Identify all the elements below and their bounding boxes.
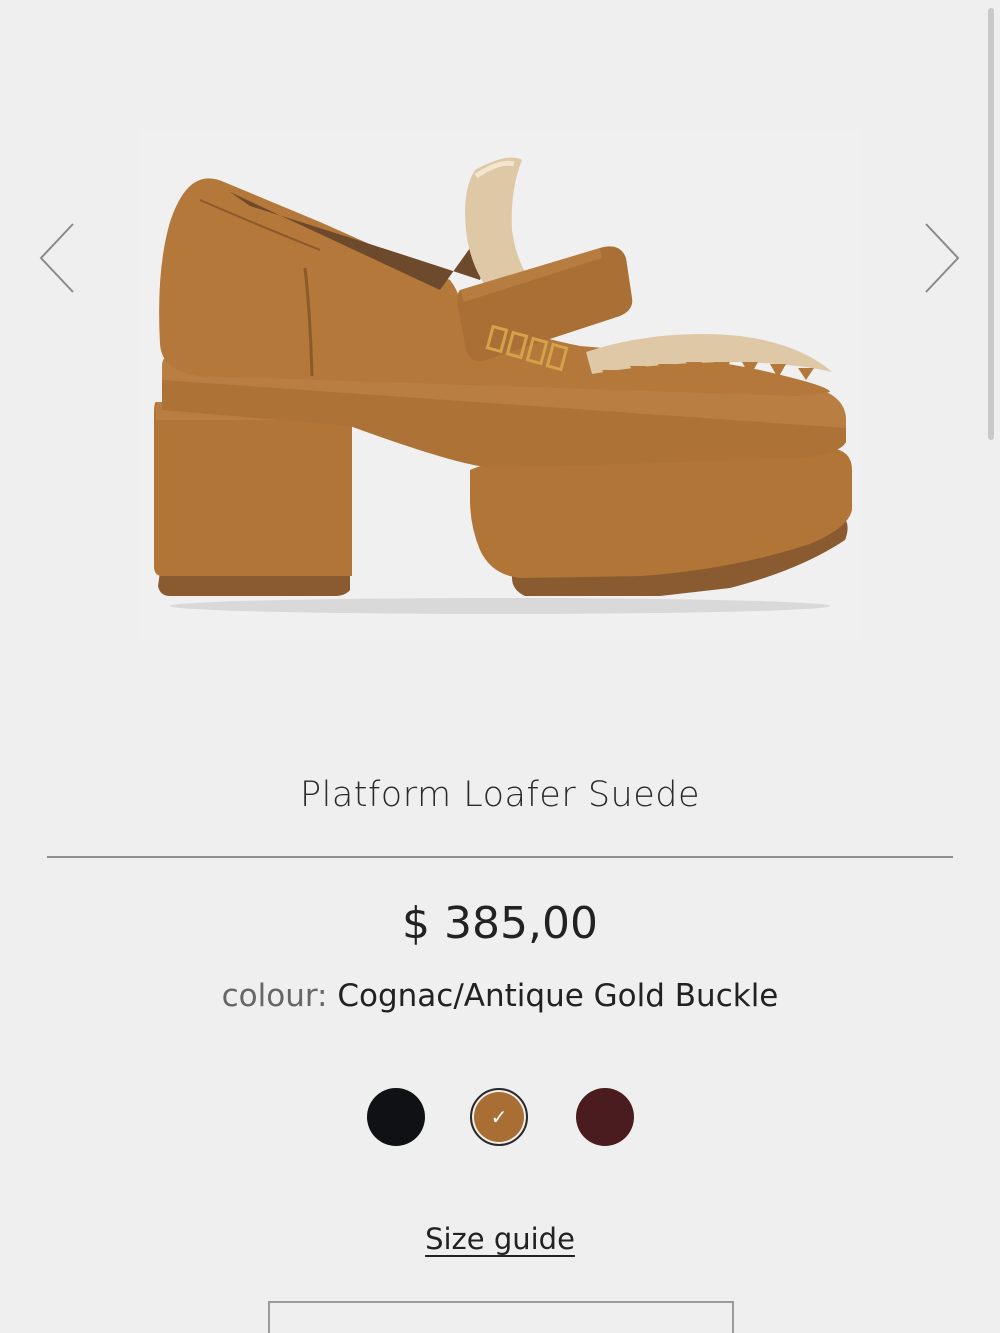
scrollbar[interactable]	[988, 8, 994, 440]
check-icon: ✓	[490, 1105, 508, 1129]
product-gallery	[0, 0, 1000, 700]
swatch-cognac[interactable]: ✓	[470, 1088, 528, 1146]
colour-value: Cognac/Antique Gold Buckle	[337, 978, 779, 1014]
colour-swatches: ✓	[0, 1088, 1000, 1150]
chevron-right-icon[interactable]	[918, 218, 968, 298]
size-select[interactable]	[268, 1301, 734, 1333]
product-image[interactable]	[140, 130, 860, 640]
product-page: Platform Loafer Suede $ 385,00 colour: C…	[0, 0, 1000, 1333]
product-title: Platform Loafer Suede	[299, 775, 701, 815]
product-price: $ 385,00	[402, 898, 598, 949]
swatch-burgundy[interactable]	[576, 1088, 634, 1146]
size-guide-link[interactable]: Size guide	[425, 1222, 575, 1256]
size-guide: Size guide	[0, 1222, 1000, 1256]
colour-info: colour: Cognac/Antique Gold Buckle	[0, 978, 1000, 1014]
swatch-black[interactable]	[367, 1088, 425, 1146]
chevron-left-icon[interactable]	[35, 218, 85, 298]
divider	[47, 856, 953, 858]
colour-label: colour:	[221, 978, 328, 1014]
